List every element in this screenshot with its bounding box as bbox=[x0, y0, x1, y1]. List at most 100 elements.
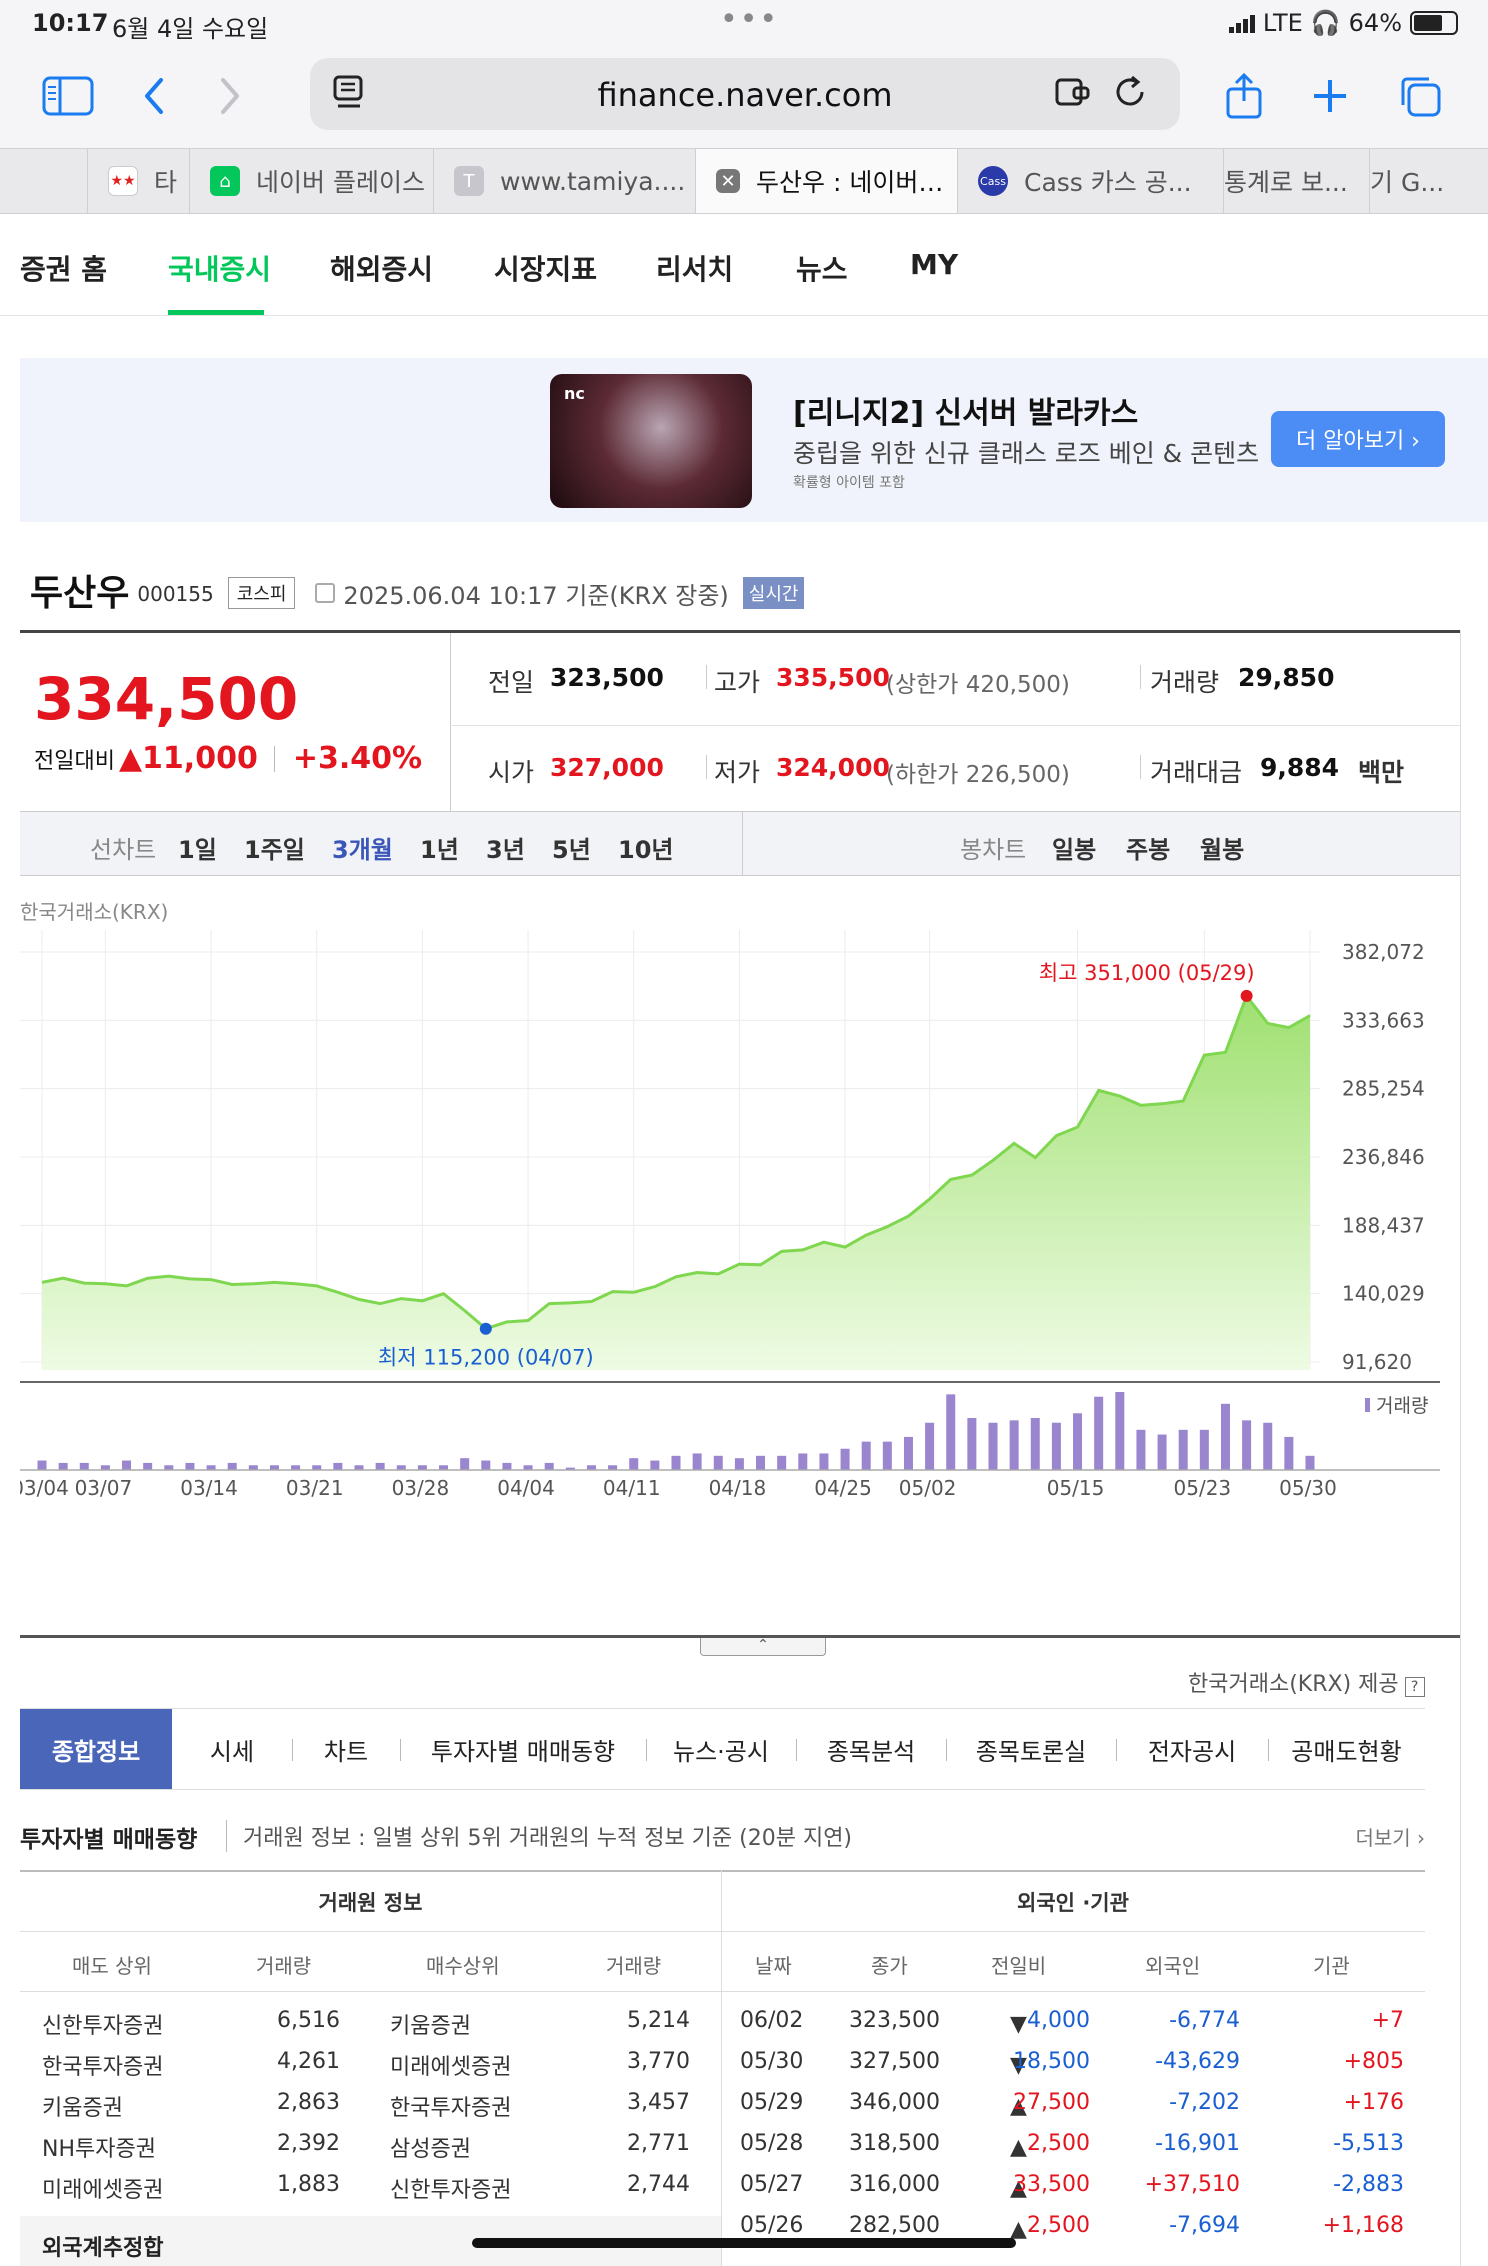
volume-bar bbox=[79, 1462, 89, 1470]
date-cell: 05/28 bbox=[740, 2131, 804, 2156]
sell-broker[interactable]: 키움증권 bbox=[42, 2090, 222, 2122]
tab-investor-trend[interactable]: 투자자별 매매동향 bbox=[400, 1709, 646, 1789]
site-nav: 증권 홈 국내증시 해외증시 시장지표 리서치 뉴스 MY bbox=[0, 214, 1488, 316]
tab-analysis[interactable]: 종목분석 bbox=[796, 1709, 946, 1789]
help-icon[interactable]: ? bbox=[1404, 1677, 1425, 1697]
divider bbox=[706, 665, 707, 689]
close-cell: 327,500 bbox=[849, 2049, 940, 2074]
volume-bar bbox=[777, 1455, 787, 1470]
tab-discussion[interactable]: 종목토론실 bbox=[946, 1709, 1116, 1789]
nav-overseas[interactable]: 해외증시 bbox=[330, 248, 433, 288]
nav-news[interactable]: 뉴스 bbox=[796, 248, 848, 288]
tab-partial-0[interactable] bbox=[30, 149, 88, 213]
translate-icon[interactable] bbox=[1054, 74, 1094, 119]
period-3y[interactable]: 3년 bbox=[486, 830, 525, 865]
home-indicator[interactable] bbox=[472, 2238, 1016, 2248]
tab-4[interactable]: Cass Cass 카스 공... bbox=[958, 149, 1224, 213]
nav-domestic[interactable]: 국내증시 bbox=[168, 248, 271, 288]
share-icon[interactable] bbox=[1214, 66, 1274, 126]
more-link[interactable]: 더보기 › bbox=[1355, 1822, 1425, 1851]
quote-timestamp: 2025.06.04 10:17 기준(KRX 장중) bbox=[343, 581, 729, 610]
x-tick-label: 05/15 bbox=[1047, 1476, 1105, 1500]
tab-short-selling[interactable]: 공매도현황 bbox=[1268, 1709, 1425, 1789]
trading-tables: 거래원 정보 외국인 ·기관 매도 상위 거래량 매수상위 거래량 날짜 종가 … bbox=[20, 1870, 1425, 2266]
x-tick-label: 04/04 bbox=[497, 1476, 555, 1500]
foreign-cell: -16,901 bbox=[1155, 2131, 1240, 2156]
volume-bar bbox=[819, 1453, 829, 1470]
nav-market-index[interactable]: 시장지표 bbox=[494, 248, 597, 288]
multitask-dots-icon[interactable]: ••• bbox=[720, 2, 779, 37]
signal-icon bbox=[1228, 13, 1255, 33]
volume-value: 29,850 bbox=[1238, 663, 1335, 692]
tab-1[interactable]: ⌂ 네이버 플레이스 bbox=[190, 149, 434, 213]
y-tick-label: 140,029 bbox=[1342, 1282, 1425, 1306]
sidebar-icon[interactable] bbox=[38, 66, 98, 126]
foreign-cell: -7,202 bbox=[1169, 2090, 1240, 2115]
forward-icon[interactable] bbox=[200, 66, 260, 126]
nav-research[interactable]: 리서치 bbox=[656, 248, 733, 288]
reload-icon[interactable] bbox=[1112, 74, 1148, 119]
tab-3-active[interactable]: ✕ 두산우 : 네이버… bbox=[696, 149, 958, 213]
market-badge: 코스피 bbox=[227, 577, 296, 609]
realtime-badge[interactable]: 실시간 bbox=[742, 577, 805, 609]
more-link-text[interactable]: 더보기 bbox=[1355, 1826, 1410, 1850]
volume-bar bbox=[734, 1458, 744, 1470]
tab-6[interactable]: 기 G... bbox=[1370, 149, 1488, 213]
back-icon[interactable] bbox=[124, 66, 184, 126]
battery-icon bbox=[1410, 11, 1458, 35]
close-cell: 346,000 bbox=[849, 2090, 940, 2115]
calendar-icon bbox=[315, 583, 336, 603]
tab-news[interactable]: 뉴스·공시 bbox=[646, 1709, 796, 1789]
volume-label: 거래량 bbox=[1150, 668, 1220, 697]
volume-bar bbox=[37, 1460, 47, 1470]
prev-close-label: 전일 bbox=[488, 668, 535, 697]
close-tab-icon[interactable]: ✕ bbox=[716, 169, 740, 193]
volume-bar bbox=[903, 1436, 913, 1470]
nav-my[interactable]: MY bbox=[910, 248, 958, 281]
col-change: 전일비 bbox=[991, 1954, 1047, 1978]
period-1w[interactable]: 1주일 bbox=[244, 830, 305, 865]
tab-overview[interactable]: 종합정보 bbox=[20, 1709, 172, 1789]
period-10y[interactable]: 10년 bbox=[618, 830, 673, 865]
volume-bar bbox=[840, 1448, 850, 1470]
high-label: 고가 bbox=[714, 668, 761, 697]
tab-price[interactable]: 시세 bbox=[172, 1709, 292, 1789]
ad-banner[interactable]: nc [리니지2] 신서버 발라카스 중립을 위한 신규 클래스 로즈 베인 &… bbox=[20, 358, 1488, 522]
tab-chart[interactable]: 차트 bbox=[292, 1709, 400, 1789]
buy-volume: 2,744 bbox=[627, 2172, 690, 2197]
candle-weekly[interactable]: 주봉 bbox=[1126, 830, 1170, 865]
sell-broker[interactable]: NH투자증권 bbox=[42, 2131, 222, 2163]
tab-disclosure[interactable]: 전자공시 bbox=[1116, 1709, 1268, 1789]
page-right-edge bbox=[1460, 630, 1488, 2266]
period-1d[interactable]: 1일 bbox=[178, 830, 217, 865]
volume-bar bbox=[1136, 1429, 1146, 1470]
ad-image[interactable]: nc bbox=[550, 374, 752, 508]
period-3m[interactable]: 3개월 bbox=[332, 830, 393, 865]
ad-title[interactable]: [리니지2] 신서버 발라카스 bbox=[793, 388, 1138, 432]
candle-monthly[interactable]: 월봉 bbox=[1200, 830, 1244, 865]
volume-bar bbox=[756, 1455, 766, 1470]
ad-learn-more-button[interactable]: 더 알아보기 › bbox=[1271, 411, 1445, 467]
tab-5[interactable]: 통계로 보... bbox=[1224, 149, 1370, 213]
nav-stock-home[interactable]: 증권 홈 bbox=[20, 248, 107, 288]
url-text[interactable]: finance.naver.com bbox=[310, 76, 1180, 114]
new-tab-icon[interactable] bbox=[1300, 66, 1360, 126]
volume-bar bbox=[122, 1460, 132, 1470]
tab-2[interactable]: T www.tamiya.... bbox=[434, 149, 696, 213]
sell-broker[interactable]: 미래에셋증권 bbox=[42, 2172, 222, 2204]
period-5y[interactable]: 5년 bbox=[552, 830, 591, 865]
tabs-overview-icon[interactable] bbox=[1390, 66, 1450, 126]
address-bar[interactable]: finance.naver.com bbox=[310, 58, 1180, 130]
sell-broker[interactable]: 한국투자증권 bbox=[42, 2049, 222, 2081]
tab-0[interactable]: ★★ 타 bbox=[88, 149, 190, 213]
y-tick-label: 285,254 bbox=[1342, 1077, 1425, 1101]
candle-daily[interactable]: 일봉 bbox=[1052, 830, 1096, 865]
change-cell: 18,500 bbox=[1013, 2049, 1090, 2074]
date-cell: 05/29 bbox=[740, 2090, 804, 2115]
volume-bar bbox=[333, 1462, 343, 1470]
collapse-chart-button[interactable]: ⌃ bbox=[700, 1638, 826, 1656]
quote-box: 334,500 전일대비 ▲ 11,000 +3.40% 전일 323,500 … bbox=[20, 630, 1460, 815]
sell-broker[interactable]: 신한투자증권 bbox=[42, 2008, 222, 2040]
price-chart[interactable]: 382,072 333,663 285,254 236,846 188,437 140,0… bbox=[20, 930, 1440, 1500]
period-1y[interactable]: 1년 bbox=[420, 830, 459, 865]
